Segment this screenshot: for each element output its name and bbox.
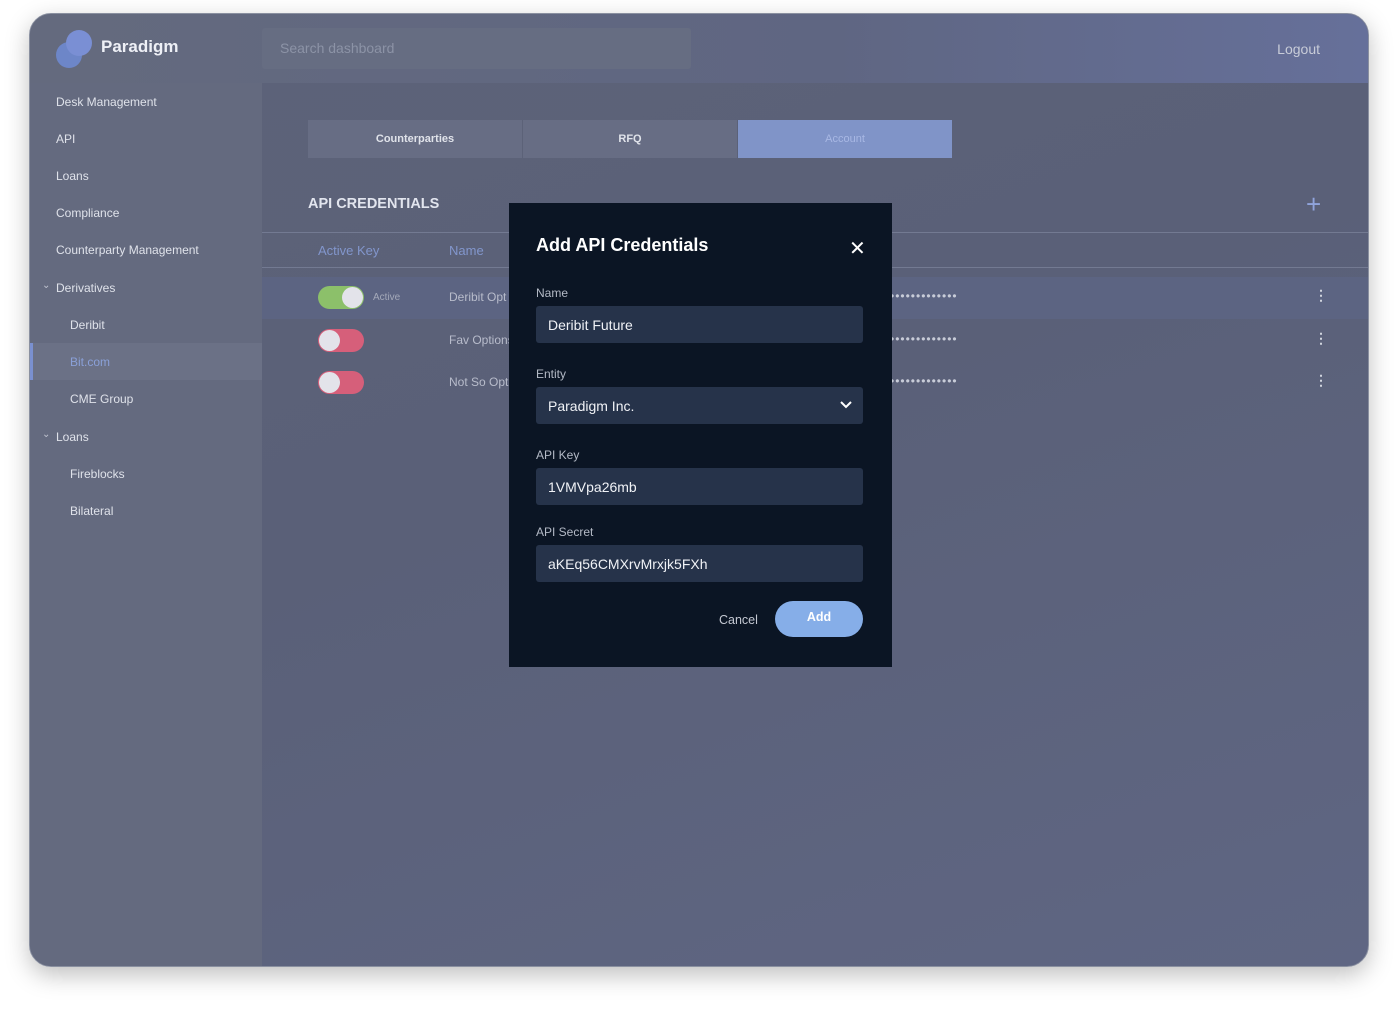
add-button[interactable]: Add bbox=[775, 601, 863, 637]
sidebar-item-fireblocks[interactable]: Fireblocks bbox=[30, 455, 262, 492]
logout-button[interactable]: Logout bbox=[1277, 41, 1320, 57]
active-toggle[interactable] bbox=[318, 371, 364, 394]
chevron-down-icon: ⌄ bbox=[42, 280, 51, 291]
sidebar-item-counterparty-management[interactable]: Counterparty Management bbox=[30, 231, 262, 268]
add-credential-button[interactable]: + bbox=[1306, 189, 1321, 220]
sidebar-item-loans[interactable]: Loans bbox=[30, 157, 262, 194]
entity-label: Entity bbox=[536, 367, 567, 381]
credential-name: Fav Options bbox=[449, 333, 514, 347]
more-options-icon[interactable]: ⋮ bbox=[1314, 287, 1328, 304]
masked-key: ••••••••••••• bbox=[890, 374, 958, 388]
tab-account[interactable]: Account bbox=[738, 120, 952, 158]
search-input[interactable]: Search dashboard bbox=[262, 28, 691, 69]
sidebar-item-label: Derivatives bbox=[56, 281, 116, 295]
entity-value: Paradigm Inc. bbox=[548, 398, 635, 414]
credential-name: Deribit Opt bbox=[449, 290, 507, 304]
sidebar: Desk Management API Loans Compliance Cou… bbox=[30, 83, 262, 966]
tab-bar: Counterparties RFQ Account bbox=[308, 120, 953, 158]
column-header-name[interactable]: Name bbox=[449, 243, 484, 258]
close-icon[interactable]: ✕ bbox=[849, 236, 866, 261]
sidebar-item-desk-management[interactable]: Desk Management bbox=[30, 83, 262, 120]
sidebar-item-loans-group[interactable]: ⌄ Loans bbox=[30, 418, 262, 455]
masked-key: ••••••••••••• bbox=[890, 289, 958, 303]
sidebar-item-api[interactable]: API bbox=[30, 120, 262, 157]
more-options-icon[interactable]: ⋮ bbox=[1314, 372, 1328, 389]
brand-name: Paradigm bbox=[101, 37, 179, 56]
sidebar-item-label: Loans bbox=[56, 430, 89, 444]
paradigm-logo-icon bbox=[56, 30, 96, 68]
chevron-down-icon: ⌄ bbox=[42, 429, 51, 440]
sidebar-item-compliance[interactable]: Compliance bbox=[30, 194, 262, 231]
masked-key: ••••••••••••• bbox=[890, 332, 958, 346]
modal-title: Add API Credentials bbox=[536, 235, 709, 255]
sidebar-item-bit-com[interactable]: Bit.com bbox=[30, 343, 262, 380]
api-secret-input[interactable]: aKEq56CMXrvMrxjk5FXh bbox=[536, 545, 863, 582]
column-header-active-key[interactable]: Active Key bbox=[318, 243, 379, 258]
more-options-icon[interactable]: ⋮ bbox=[1314, 330, 1328, 347]
active-toggle[interactable] bbox=[318, 286, 364, 309]
section-title: API CREDENTIALS bbox=[308, 196, 440, 212]
name-input[interactable]: Deribit Future bbox=[536, 306, 863, 343]
status-label: Active bbox=[373, 292, 401, 303]
tab-rfq[interactable]: RFQ bbox=[523, 120, 737, 158]
sidebar-item-derivatives[interactable]: ⌄ Derivatives bbox=[30, 269, 262, 306]
credential-name: Not So Opt bbox=[449, 375, 509, 389]
chevron-down-icon bbox=[840, 401, 852, 409]
api-key-input[interactable]: 1VMVpa26mb bbox=[536, 468, 863, 505]
add-api-credentials-modal: Add API Credentials ✕ Name Deribit Futur… bbox=[509, 203, 892, 667]
active-toggle[interactable] bbox=[318, 329, 364, 352]
entity-select[interactable]: Paradigm Inc. bbox=[536, 387, 863, 424]
sidebar-item-cme-group[interactable]: CME Group bbox=[30, 380, 262, 417]
api-secret-label: API Secret bbox=[536, 525, 594, 539]
api-key-label: API Key bbox=[536, 448, 580, 462]
cancel-button[interactable]: Cancel bbox=[719, 613, 758, 627]
sidebar-item-bilateral[interactable]: Bilateral bbox=[30, 492, 262, 529]
tab-counterparties[interactable]: Counterparties bbox=[308, 120, 522, 158]
sidebar-item-deribit[interactable]: Deribit bbox=[30, 306, 262, 343]
app-window: Paradigm Search dashboard Logout Desk Ma… bbox=[29, 13, 1369, 967]
name-label: Name bbox=[536, 286, 569, 300]
header: Paradigm Search dashboard Logout bbox=[30, 14, 1368, 83]
